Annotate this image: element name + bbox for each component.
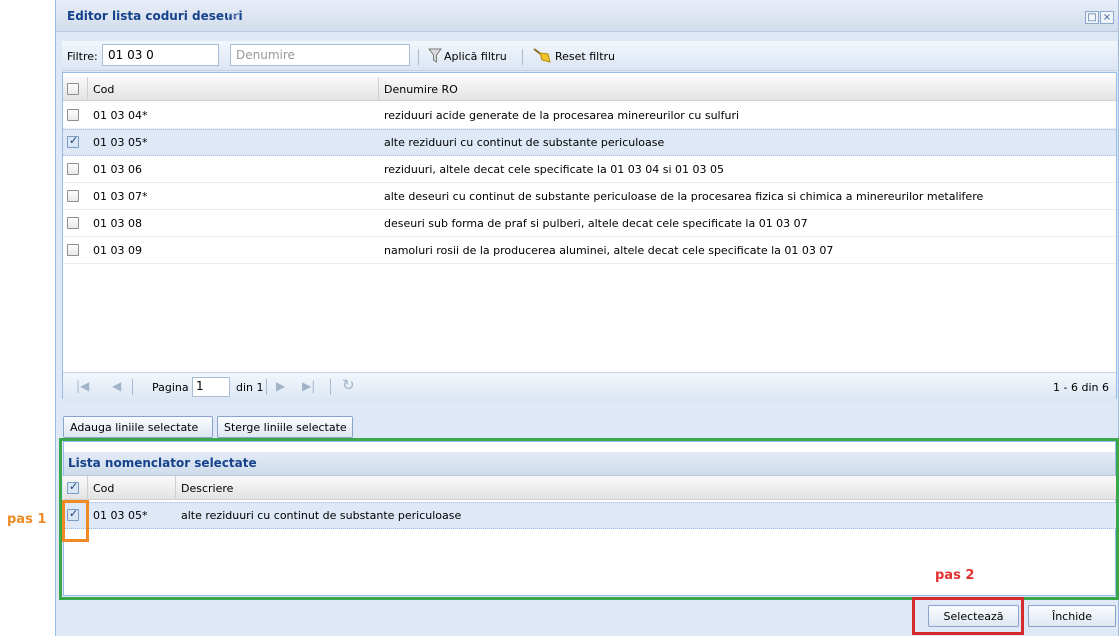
row-checkbox[interactable]: [67, 163, 79, 175]
funnel-icon: [428, 48, 442, 63]
page-number-input[interactable]: 1: [192, 377, 230, 397]
row-cod: 01 03 04*: [93, 109, 148, 122]
apply-filter-button[interactable]: Aplică filtru: [444, 50, 507, 63]
column-header-denumire[interactable]: Denumire RO: [384, 83, 458, 96]
row-checkbox[interactable]: [67, 217, 79, 229]
select-all-checkbox[interactable]: [67, 83, 79, 95]
row-denumire: alte reziduuri cu continut de substante …: [384, 136, 665, 149]
filter-label: Filtre:: [67, 50, 98, 63]
paging-summary: 1 - 6 din 6: [1053, 381, 1109, 394]
grid-header: [63, 77, 1116, 101]
toolbar-separator: [418, 49, 419, 65]
row-denumire: deseuri sub forma de praf si pulberi, al…: [384, 217, 808, 230]
close-icon[interactable]: ×: [1100, 11, 1114, 24]
pager-separator: [266, 379, 267, 395]
column-separator: [87, 77, 88, 101]
last-page-icon[interactable]: ▶|: [302, 379, 315, 393]
column-separator: [378, 77, 379, 101]
close-button[interactable]: Închide: [1028, 605, 1116, 627]
row-cod: 01 03 06: [93, 163, 142, 176]
restore-icon[interactable]: □: [1085, 11, 1099, 24]
row-checkbox-checked[interactable]: [67, 134, 79, 148]
step2-highlight: [912, 597, 1024, 635]
row-denumire: alte deseuri cu continut de substante pe…: [384, 190, 984, 203]
row-checkbox[interactable]: [67, 244, 79, 256]
window-title: Editor lista coduri deseuri: [67, 9, 243, 23]
next-page-icon[interactable]: ▶: [276, 379, 285, 393]
row-denumire: reziduuri acide generate de la procesare…: [384, 109, 740, 122]
step1-highlight: [62, 500, 89, 542]
step1-label: pas 1: [7, 512, 47, 527]
row-checkbox[interactable]: [67, 109, 79, 121]
first-page-icon[interactable]: |◀: [76, 379, 89, 393]
column-header-cod[interactable]: Cod: [93, 83, 114, 96]
reset-filter-button[interactable]: Reset filtru: [555, 50, 615, 63]
delete-selected-button[interactable]: Sterge liniile selectate: [217, 416, 353, 438]
row-cod: 01 03 09: [93, 244, 142, 257]
row-cod: 01 03 08: [93, 217, 142, 230]
row-denumire: reziduuri, altele decat cele specificate…: [384, 163, 724, 176]
pager-separator: [330, 379, 331, 395]
broom-icon: [533, 48, 551, 63]
row-cod: 01 03 07*: [93, 190, 148, 203]
step2-label: pas 2: [935, 568, 975, 583]
page-label: Pagina: [152, 381, 189, 394]
add-selected-button[interactable]: Adauga liniile selectate: [63, 416, 213, 438]
page-of-label: din 1: [236, 381, 264, 394]
row-checkbox[interactable]: [67, 190, 79, 202]
cod-filter-input[interactable]: 01 03 0: [102, 44, 219, 66]
row-cod: 01 03 05*: [93, 136, 148, 149]
row-denumire: namoluri rosii de la producerea aluminei…: [384, 244, 834, 257]
denumire-filter-input[interactable]: Denumire: [230, 44, 410, 66]
refresh-icon[interactable]: ↻: [342, 376, 355, 394]
prev-page-icon[interactable]: ◀: [112, 379, 121, 393]
window-title-ghost: re: [227, 9, 240, 23]
pager-separator: [132, 379, 133, 395]
toolbar-separator: [522, 49, 523, 65]
